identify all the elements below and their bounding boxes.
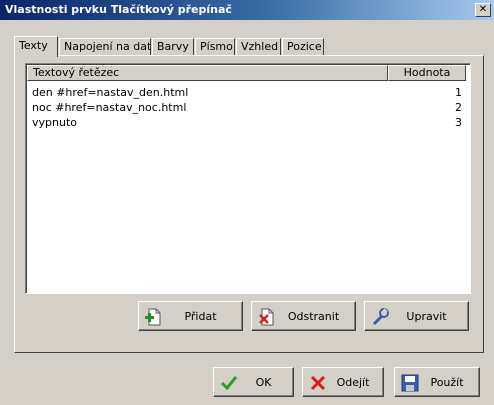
item-text: den #href=nastav_den.html xyxy=(32,86,189,99)
checkmark-icon xyxy=(220,374,238,392)
add-icon xyxy=(145,308,163,326)
tab-label: Vzhled xyxy=(241,40,279,53)
edit-icon xyxy=(371,308,389,326)
text-list[interactable]: Textový řetězec Hodnota den #href=nastav… xyxy=(25,63,471,294)
item-value: 1 xyxy=(455,86,462,99)
column-header-text[interactable]: Textový řetězec xyxy=(27,65,388,81)
add-button-label: Přidat xyxy=(184,310,217,323)
column-header-label: Hodnota xyxy=(403,66,451,79)
tab-label: Barvy xyxy=(157,40,189,53)
cancel-button-label: Odejít xyxy=(336,376,370,389)
list-item[interactable]: vypnuto 3 xyxy=(27,116,469,130)
edit-button-label: Upravit xyxy=(406,310,447,323)
tab-label: Texty xyxy=(19,39,48,52)
tab-napojeni-na-data[interactable]: Napojení na data xyxy=(59,38,158,56)
column-header-value[interactable]: Hodnota xyxy=(388,65,466,81)
list-item[interactable]: noc #href=nastav_noc.html 2 xyxy=(27,101,469,115)
ok-button-label: OK xyxy=(255,376,272,389)
add-button[interactable]: Přidat xyxy=(138,301,243,331)
edit-button[interactable]: Upravit xyxy=(364,301,469,331)
tab-pozice[interactable]: Pozice xyxy=(282,38,324,56)
column-header-label: Textový řetězec xyxy=(33,66,120,79)
remove-button[interactable]: Odstranit xyxy=(251,301,356,331)
tab-label: Napojení na data xyxy=(64,40,159,53)
item-text: vypnuto xyxy=(32,116,77,129)
tab-panel-texty: Textový řetězec Hodnota den #href=nastav… xyxy=(14,55,484,353)
item-value: 3 xyxy=(455,116,462,129)
remove-button-label: Odstranit xyxy=(287,310,340,323)
apply-button-label: Použít xyxy=(430,376,464,389)
cancel-icon xyxy=(309,374,327,392)
list-header: Textový řetězec Hodnota xyxy=(27,65,469,81)
title-bar: Vlastnosti prvku Tlačítkový přepínač ✕ xyxy=(0,0,494,20)
tab-barvy[interactable]: Barvy xyxy=(152,38,194,56)
item-text: noc #href=nastav_noc.html xyxy=(32,101,187,114)
ok-button[interactable]: OK xyxy=(213,367,294,397)
item-value: 2 xyxy=(455,101,462,114)
list-item[interactable]: den #href=nastav_den.html 1 xyxy=(27,86,469,100)
cancel-button[interactable]: Odejít xyxy=(302,367,384,397)
window-title: Vlastnosti prvku Tlačítkový přepínač xyxy=(5,3,232,16)
remove-icon xyxy=(258,308,276,326)
close-button[interactable]: ✕ xyxy=(475,3,491,17)
tab-label: Pozice xyxy=(287,40,322,53)
tab-vzhled[interactable]: Vzhled xyxy=(236,38,281,56)
apply-button[interactable]: Použít xyxy=(394,367,480,397)
tab-texty[interactable]: Texty xyxy=(14,36,58,57)
tab-label: Písmo xyxy=(200,40,233,53)
tab-pismo[interactable]: Písmo xyxy=(195,38,235,56)
close-icon: ✕ xyxy=(478,4,488,15)
save-icon xyxy=(401,374,419,392)
